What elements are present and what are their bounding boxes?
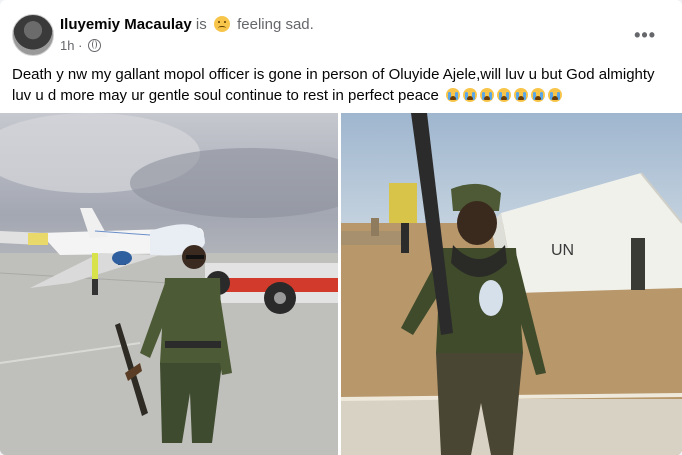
crying-face-icon	[480, 88, 495, 102]
meta-separator: ·	[78, 38, 83, 53]
tent-un-label: UN	[551, 242, 574, 259]
post-card: Iluyemiy Macaulay is feeling sad. 1h · •…	[0, 0, 682, 455]
crying-face-icon	[548, 88, 563, 102]
globe-icon[interactable]	[88, 39, 102, 52]
post-meta: 1h ·	[60, 38, 102, 53]
more-options-icon[interactable]: •••	[634, 26, 656, 44]
crying-face-icon	[497, 88, 512, 102]
photo-right-camp[interactable]: UN	[341, 113, 682, 455]
crying-face-icon	[463, 88, 478, 102]
photo-grid: UN	[0, 113, 682, 455]
crying-face-icon	[446, 88, 461, 102]
crying-face-icon	[514, 88, 529, 102]
photo-left-airport[interactable]	[0, 113, 338, 455]
author-name[interactable]: Iluyemiy Macaulay	[60, 16, 192, 33]
crying-face-icon	[531, 88, 546, 102]
author-line: Iluyemiy Macaulay is feeling sad.	[60, 16, 314, 33]
sad-face-icon	[213, 16, 230, 32]
airport-scene	[0, 113, 338, 455]
post-body: Death y nw my gallant mopol officer is g…	[12, 64, 668, 106]
avatar[interactable]	[12, 14, 54, 56]
crying-emojis	[443, 87, 563, 104]
post-header: Iluyemiy Macaulay is feeling sad. 1h · •…	[12, 12, 672, 56]
camp-scene: UN	[341, 113, 682, 455]
is-text: is	[195, 16, 207, 33]
timestamp[interactable]: 1h	[60, 38, 74, 53]
feeling-text: feeling sad.	[237, 16, 314, 33]
